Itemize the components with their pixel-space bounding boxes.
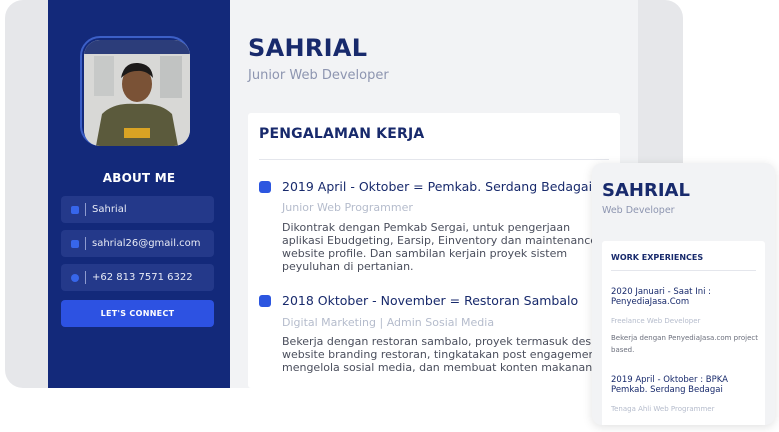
preview-experience-description: Bekerja dengan PenyediaJasa.com project … bbox=[611, 334, 758, 354]
section-title: PENGALAMAN KERJA bbox=[259, 126, 425, 142]
main-panel: SAHRIAL Junior Web Developer PENGALAMAN … bbox=[230, 0, 638, 388]
name-info: Sahrial bbox=[61, 196, 214, 223]
experience-description: Dikontrak dengan Pemkab Sergai, untuk pe… bbox=[282, 221, 598, 273]
preview-experience-title: 2019 April - Oktober : BPKA Pemkab. Serd… bbox=[611, 375, 728, 395]
mail-icon bbox=[71, 239, 79, 248]
briefcase-icon bbox=[259, 295, 271, 307]
profile-photo bbox=[84, 40, 190, 146]
divider bbox=[85, 271, 86, 284]
preview-role: Web Developer bbox=[602, 205, 675, 216]
divider bbox=[85, 237, 86, 250]
briefcase-icon bbox=[259, 181, 271, 193]
page-title: SAHRIAL bbox=[248, 34, 368, 62]
experience-position: Digital Marketing | Admin Sosial Media bbox=[282, 316, 495, 329]
preview-section-title: WORK EXPERIENCES bbox=[611, 253, 704, 262]
phone-value: +62 813 7571 6322 bbox=[92, 272, 193, 283]
preview-divider bbox=[611, 270, 756, 271]
experience-description: Bekerja dengan restoran sambalo, proyek … bbox=[282, 335, 609, 374]
user-icon bbox=[71, 205, 79, 214]
about-me-heading: ABOUT ME bbox=[102, 171, 176, 185]
preview-experience-position: Tenaga Ahli Web Programmer bbox=[611, 405, 715, 413]
phone-icon bbox=[71, 273, 79, 282]
section-divider bbox=[259, 159, 609, 160]
experience-position: Junior Web Programmer bbox=[282, 201, 413, 214]
phone-info[interactable]: +62 813 7571 6322 bbox=[61, 264, 214, 291]
preview-experience-position: Freelance Web Developer bbox=[611, 317, 701, 325]
preview-name: SAHRIAL bbox=[602, 180, 690, 201]
profile-sidebar: ABOUT ME Sahrial sahrial26@gmail.com +62… bbox=[48, 0, 230, 388]
preview-experience-title: 2020 Januari - Saat Ini : PenyediaJasa.C… bbox=[611, 287, 712, 307]
email-info[interactable]: sahrial26@gmail.com bbox=[61, 230, 214, 257]
lets-connect-button[interactable]: LET'S CONNECT bbox=[61, 300, 214, 327]
name-value: Sahrial bbox=[92, 204, 127, 215]
experience-title: 2018 Oktober - November = Restoran Samba… bbox=[282, 293, 579, 308]
email-value: sahrial26@gmail.com bbox=[92, 238, 201, 249]
experience-title: 2019 April - Oktober = Pemkab. Serdang B… bbox=[282, 179, 593, 194]
preview-experience-card: WORK EXPERIENCES 2020 Januari - Saat Ini… bbox=[602, 241, 765, 425]
resume-preview-card: SAHRIAL Web Developer WORK EXPERIENCES 2… bbox=[592, 163, 775, 425]
job-title: Junior Web Developer bbox=[248, 68, 389, 83]
divider bbox=[85, 203, 86, 216]
experience-card: PENGALAMAN KERJA 2019 April - Oktober = … bbox=[248, 113, 620, 388]
avatar-illustration bbox=[84, 40, 190, 146]
